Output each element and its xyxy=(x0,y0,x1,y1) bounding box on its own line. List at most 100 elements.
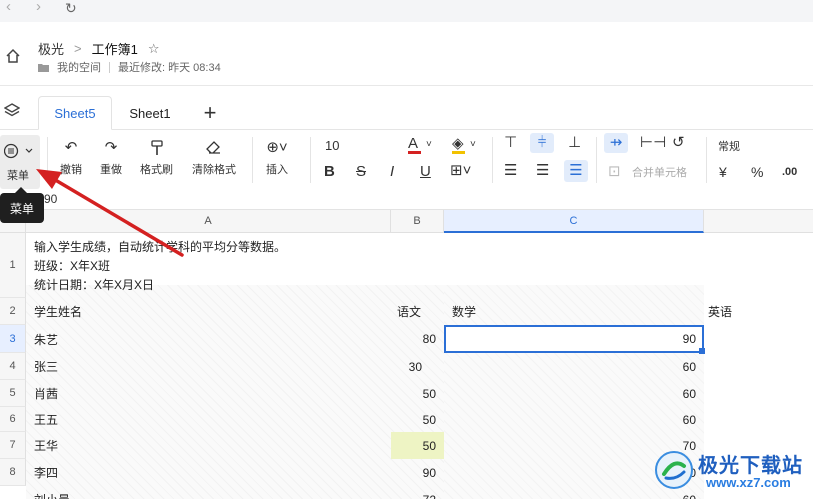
toolbar-divider xyxy=(492,137,493,183)
browser-nav-bar: ‹ › ↻ xyxy=(0,0,813,22)
merge-cells-icon[interactable]: ⊡ xyxy=(608,164,621,180)
cell-name[interactable]: 朱艺 xyxy=(26,325,66,353)
document-header: 极光 > 工作簿1 ☆ 我的空间 最近修改: 昨天 08:34 xyxy=(0,22,813,86)
add-sheet-button[interactable]: + xyxy=(198,96,222,130)
chevron-down-icon[interactable]: ˅ xyxy=(426,137,432,153)
align-bottom-icon[interactable]: ⊥ xyxy=(568,135,581,151)
add-circle-icon: ⊕˅ xyxy=(266,139,288,156)
align-top-icon[interactable]: ⊤ xyxy=(504,135,517,151)
undo-button[interactable]: ↶ 撤销 xyxy=(60,140,82,177)
chevron-down-icon[interactable]: ˅ xyxy=(470,137,476,153)
align-middle-icon[interactable]: ⫩ xyxy=(530,133,554,153)
border-icon[interactable]: ⊞˅ xyxy=(450,163,471,179)
decimal-button[interactable]: .00 xyxy=(782,164,797,180)
cell-chinese[interactable]: 72 xyxy=(391,486,444,499)
column-header-c[interactable]: C xyxy=(444,210,704,233)
cell-name[interactable]: 刘小曼 xyxy=(26,486,78,499)
strikethrough-icon[interactable]: S xyxy=(356,164,366,180)
star-icon[interactable]: ☆ xyxy=(148,41,160,57)
forward-icon[interactable]: › xyxy=(36,0,41,15)
column-header-b[interactable]: B xyxy=(391,210,444,233)
rotate-text-icon[interactable]: ↺ xyxy=(672,135,685,151)
redo-icon: ↷ xyxy=(104,139,118,156)
fill-color-icon[interactable]: ◈ xyxy=(452,136,465,154)
font-color-icon[interactable]: A xyxy=(408,136,421,154)
align-left-icon[interactable]: ☰ xyxy=(504,163,517,179)
folder-name[interactable]: 我的空间 xyxy=(57,59,101,75)
align-center-icon[interactable]: ☰ xyxy=(536,163,549,179)
cell-header-math[interactable]: 数学 xyxy=(444,298,484,325)
formula-bar: 90 xyxy=(0,189,813,210)
toolbar-divider xyxy=(596,137,597,183)
fit-width-icon[interactable]: ⊢⊣ xyxy=(640,135,666,151)
back-icon[interactable]: ‹ xyxy=(6,0,11,15)
align-right-icon[interactable]: ☰ xyxy=(564,160,588,182)
row-header-8[interactable]: 8 xyxy=(0,459,26,486)
layers-icon[interactable] xyxy=(4,103,20,117)
cell-a1-line2[interactable]: 班级：X年X班 xyxy=(26,256,118,274)
column-header-a[interactable]: A xyxy=(26,210,391,233)
toolbar-divider xyxy=(47,137,48,183)
cell-math[interactable]: 60 xyxy=(444,407,704,432)
clear-format-label: 清除格式 xyxy=(192,164,236,176)
row-header-6[interactable]: 6 xyxy=(0,407,26,432)
eraser-icon xyxy=(206,141,220,154)
cell-name[interactable]: 王五 xyxy=(26,407,66,432)
tab-sheet1[interactable]: Sheet1 xyxy=(118,96,182,130)
row-header-4[interactable]: 4 xyxy=(0,353,26,380)
insert-button[interactable]: ⊕˅ 插入 xyxy=(266,140,288,177)
cell-math[interactable]: 60 xyxy=(444,380,704,407)
breadcrumb-separator: > xyxy=(74,41,82,56)
font-size-select[interactable]: 10 xyxy=(325,138,339,154)
cell-chinese[interactable]: 30 xyxy=(370,353,430,380)
cell-name[interactable]: 肖茜 xyxy=(26,380,66,407)
cell-header-chinese[interactable]: 语文 xyxy=(389,298,429,325)
underline-icon[interactable]: U xyxy=(420,164,431,180)
toolbar-divider xyxy=(706,137,707,183)
cell-header-name[interactable]: 学生姓名 xyxy=(26,298,90,325)
format-painter-label: 格式刷 xyxy=(140,164,173,176)
clear-format-button[interactable]: 清除格式 xyxy=(192,140,236,177)
tab-sheet5[interactable]: Sheet5 xyxy=(38,96,112,130)
row-header-7[interactable]: 7 xyxy=(0,432,26,459)
bold-icon[interactable]: B xyxy=(324,164,335,180)
cell-chinese[interactable]: 50 xyxy=(391,432,444,459)
italic-icon[interactable]: I xyxy=(390,164,394,180)
cell-chinese[interactable]: 50 xyxy=(391,407,444,432)
row-header-5[interactable]: 5 xyxy=(0,380,26,407)
watermark-text: 极光下载站 xyxy=(698,455,803,477)
percent-button[interactable]: % xyxy=(751,164,763,180)
cell-math[interactable]: 90 xyxy=(444,325,704,353)
cell-header-english[interactable]: 英语 xyxy=(700,298,740,325)
cell-chinese[interactable]: 50 xyxy=(391,380,444,407)
wrap-text-icon[interactable]: ⇸ xyxy=(604,133,628,153)
row-header-2[interactable]: 2 xyxy=(0,298,26,325)
watermark-logo-icon xyxy=(655,451,693,489)
home-icon[interactable] xyxy=(5,48,21,64)
cell-chinese[interactable]: 90 xyxy=(391,459,444,486)
document-title[interactable]: 工作簿1 xyxy=(92,39,138,58)
number-format-select[interactable]: 常规 xyxy=(718,139,740,155)
row-header-3[interactable]: 3 xyxy=(0,325,26,353)
column-header-d[interactable] xyxy=(704,210,813,233)
merge-cells-label[interactable]: 合并单元格 xyxy=(632,165,687,181)
cell-name[interactable]: 李四 xyxy=(26,459,66,486)
folder-icon xyxy=(38,63,49,72)
refresh-icon[interactable]: ↻ xyxy=(65,0,77,17)
cell-math[interactable]: 60 xyxy=(444,353,704,380)
cell-name[interactable]: 张三 xyxy=(26,353,66,380)
cell-chinese[interactable]: 80 xyxy=(391,325,444,353)
cell-a1-line3[interactable]: 统计日期：X年X月X日 xyxy=(26,275,162,293)
breadcrumb-root[interactable]: 极光 xyxy=(38,39,64,58)
menu-label: 菜单 xyxy=(7,170,29,182)
meta-divider xyxy=(109,61,110,73)
breadcrumb: 极光 > 工作簿1 ☆ xyxy=(38,39,160,58)
row-header-1[interactable]: 1 xyxy=(0,233,26,298)
cell-name[interactable]: 王华 xyxy=(26,432,66,459)
menu-button[interactable]: 菜单 xyxy=(0,135,40,189)
currency-button[interactable]: ¥ xyxy=(719,164,727,180)
format-painter-button[interactable]: 格式刷 xyxy=(140,140,173,177)
redo-button[interactable]: ↷ 重做 xyxy=(100,140,122,177)
cell-a1-line1[interactable]: 输入学生成绩，自动统计学科的平均分等数据。 xyxy=(26,237,294,255)
formula-input[interactable]: 90 xyxy=(44,192,57,206)
